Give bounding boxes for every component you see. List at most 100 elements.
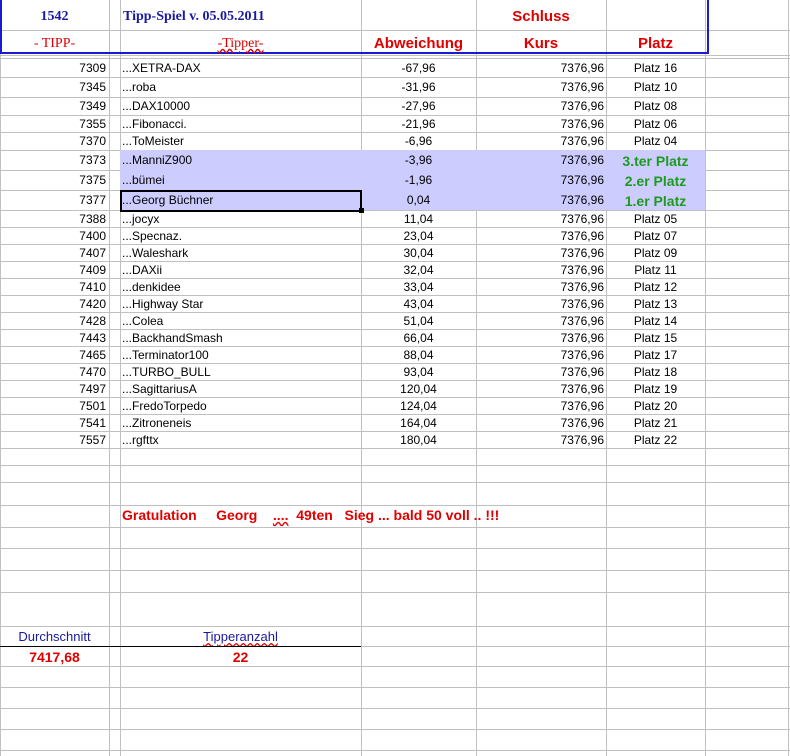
cell-kurs[interactable]: 7376,96 <box>476 281 604 293</box>
cell-kurs[interactable]: 7376,96 <box>476 81 604 93</box>
cell-tipper[interactable]: ...Colea <box>122 315 358 327</box>
cell-abweichung[interactable]: -21,96 <box>361 118 476 130</box>
fill-handle[interactable] <box>359 208 364 213</box>
cell-tipper[interactable]: ...Highway Star <box>122 298 358 310</box>
cell-abweichung[interactable]: -6,96 <box>361 135 476 147</box>
cell-kurs[interactable]: 7376,96 <box>476 230 604 242</box>
cell-abweichung[interactable]: 66,04 <box>361 332 476 344</box>
cell-platz[interactable]: Platz 18 <box>606 366 705 378</box>
cell-abweichung[interactable]: -31,96 <box>361 81 476 93</box>
cell-tipp[interactable]: 7501 <box>0 400 106 412</box>
cell-tipper[interactable]: ...ManniZ900 <box>122 154 358 166</box>
cell-platz[interactable]: Platz 11 <box>606 264 705 276</box>
cell-abweichung[interactable]: -67,96 <box>361 62 476 74</box>
cell-platz[interactable]: Platz 04 <box>606 135 705 147</box>
cell-tipper[interactable]: ...DAX10000 <box>122 100 358 112</box>
cell-platz[interactable]: 1.er Platz <box>606 194 705 208</box>
cell-tipper[interactable]: ...rgfttx <box>122 434 358 446</box>
cell-tipper[interactable]: ...TURBO_BULL <box>122 366 358 378</box>
cell-platz[interactable]: Platz 17 <box>606 349 705 361</box>
cell-platz[interactable]: Platz 12 <box>606 281 705 293</box>
cell-kurs[interactable]: 7376,96 <box>476 247 604 259</box>
cell-tipper[interactable]: ...XETRA-DAX <box>122 62 358 74</box>
cell-abweichung[interactable]: -27,96 <box>361 100 476 112</box>
cell-tipper[interactable]: ...Fibonacci. <box>122 118 358 130</box>
cell-tipp[interactable]: 7470 <box>0 366 106 378</box>
cell-platz[interactable]: Platz 07 <box>606 230 705 242</box>
cell-tipper[interactable]: ...BackhandSmash <box>122 332 358 344</box>
cell-abweichung[interactable]: -1,96 <box>361 174 476 186</box>
spreadsheet[interactable]: 1542 Tipp-Spiel v. 05.05.2011 Schluss - … <box>0 0 790 756</box>
cell-abweichung[interactable]: 0,04 <box>361 194 476 206</box>
cell-tipp[interactable]: 7400 <box>0 230 106 242</box>
cell-kurs[interactable]: 7376,96 <box>476 349 604 361</box>
active-cell-selection[interactable] <box>120 190 362 212</box>
cell-kurs[interactable]: 7376,96 <box>476 62 604 74</box>
cell-abweichung[interactable]: 180,04 <box>361 434 476 446</box>
cell-abweichung[interactable]: 43,04 <box>361 298 476 310</box>
cell-tipper[interactable]: ...Zitroneneis <box>122 417 358 429</box>
cell-platz[interactable]: Platz 05 <box>606 213 705 225</box>
cell-abweichung[interactable]: 120,04 <box>361 383 476 395</box>
cell-platz[interactable]: 3.ter Platz <box>606 154 705 168</box>
cell-platz[interactable]: Platz 15 <box>606 332 705 344</box>
cell-platz[interactable]: Platz 09 <box>606 247 705 259</box>
cell-tipp[interactable]: 7349 <box>0 100 106 112</box>
cell-tipper[interactable]: ...FredoTorpedo <box>122 400 358 412</box>
cell-abweichung[interactable]: 88,04 <box>361 349 476 361</box>
cell-kurs[interactable]: 7376,96 <box>476 383 604 395</box>
cell-tipp[interactable]: 7409 <box>0 264 106 276</box>
cell-kurs[interactable]: 7376,96 <box>476 366 604 378</box>
cell-kurs[interactable]: 7376,96 <box>476 118 604 130</box>
cell-tipp[interactable]: 7465 <box>0 349 106 361</box>
cell-kurs[interactable]: 7376,96 <box>476 135 604 147</box>
cell-tipper[interactable]: ...denkidee <box>122 281 358 293</box>
cell-abweichung[interactable]: 32,04 <box>361 264 476 276</box>
cell-platz[interactable]: Platz 20 <box>606 400 705 412</box>
cell-kurs[interactable]: 7376,96 <box>476 298 604 310</box>
cell-tipp[interactable]: 7388 <box>0 213 106 225</box>
cell-kurs[interactable]: 7376,96 <box>476 400 604 412</box>
cell-kurs[interactable]: 7376,96 <box>476 174 604 186</box>
cell-tipp[interactable]: 7370 <box>0 135 106 147</box>
cell-tipper[interactable]: ...SagittariusA <box>122 383 358 395</box>
cell-tipper[interactable]: ...DAXii <box>122 264 358 276</box>
cell-kurs[interactable]: 7376,96 <box>476 213 604 225</box>
cell-kurs[interactable]: 7376,96 <box>476 434 604 446</box>
cell-tipp[interactable]: 7541 <box>0 417 106 429</box>
cell-abweichung[interactable]: 11,04 <box>361 213 476 225</box>
cell-kurs[interactable]: 7376,96 <box>476 194 604 206</box>
cell-abweichung[interactable]: 30,04 <box>361 247 476 259</box>
cell-abweichung[interactable]: -3,96 <box>361 154 476 166</box>
cell-platz[interactable]: Platz 06 <box>606 118 705 130</box>
cell-tipp[interactable]: 7410 <box>0 281 106 293</box>
cell-tipp[interactable]: 7497 <box>0 383 106 395</box>
cell-platz[interactable]: Platz 21 <box>606 417 705 429</box>
cell-kurs[interactable]: 7376,96 <box>476 417 604 429</box>
cell-platz[interactable]: Platz 13 <box>606 298 705 310</box>
cell-tipper[interactable]: ...jocyx <box>122 213 358 225</box>
cell-platz[interactable]: Platz 10 <box>606 81 705 93</box>
cell-tipper[interactable]: ...roba <box>122 81 358 93</box>
cell-abweichung[interactable]: 23,04 <box>361 230 476 242</box>
cell-kurs[interactable]: 7376,96 <box>476 332 604 344</box>
cell-tipp[interactable]: 7375 <box>0 174 106 186</box>
cell-tipp[interactable]: 7420 <box>0 298 106 310</box>
cell-tipp[interactable]: 7309 <box>0 62 106 74</box>
cell-tipper[interactable]: ...Specnaz. <box>122 230 358 242</box>
cell-platz[interactable]: Platz 16 <box>606 62 705 74</box>
cell-kurs[interactable]: 7376,96 <box>476 264 604 276</box>
cell-platz[interactable]: Platz 08 <box>606 100 705 112</box>
cell-tipper[interactable]: ...bümei <box>122 174 358 186</box>
cell-abweichung[interactable]: 51,04 <box>361 315 476 327</box>
cell-tipp[interactable]: 7557 <box>0 434 106 446</box>
cell-tipp[interactable]: 7428 <box>0 315 106 327</box>
cell-tipp[interactable]: 7407 <box>0 247 106 259</box>
cell-tipp[interactable]: 7373 <box>0 154 106 166</box>
cell-platz[interactable]: 2.er Platz <box>606 174 705 188</box>
cell-platz[interactable]: Platz 19 <box>606 383 705 395</box>
cell-kurs[interactable]: 7376,96 <box>476 100 604 112</box>
cell-tipp[interactable]: 7377 <box>0 194 106 206</box>
cell-abweichung[interactable]: 124,04 <box>361 400 476 412</box>
cell-tipper[interactable]: ...Waleshark <box>122 247 358 259</box>
